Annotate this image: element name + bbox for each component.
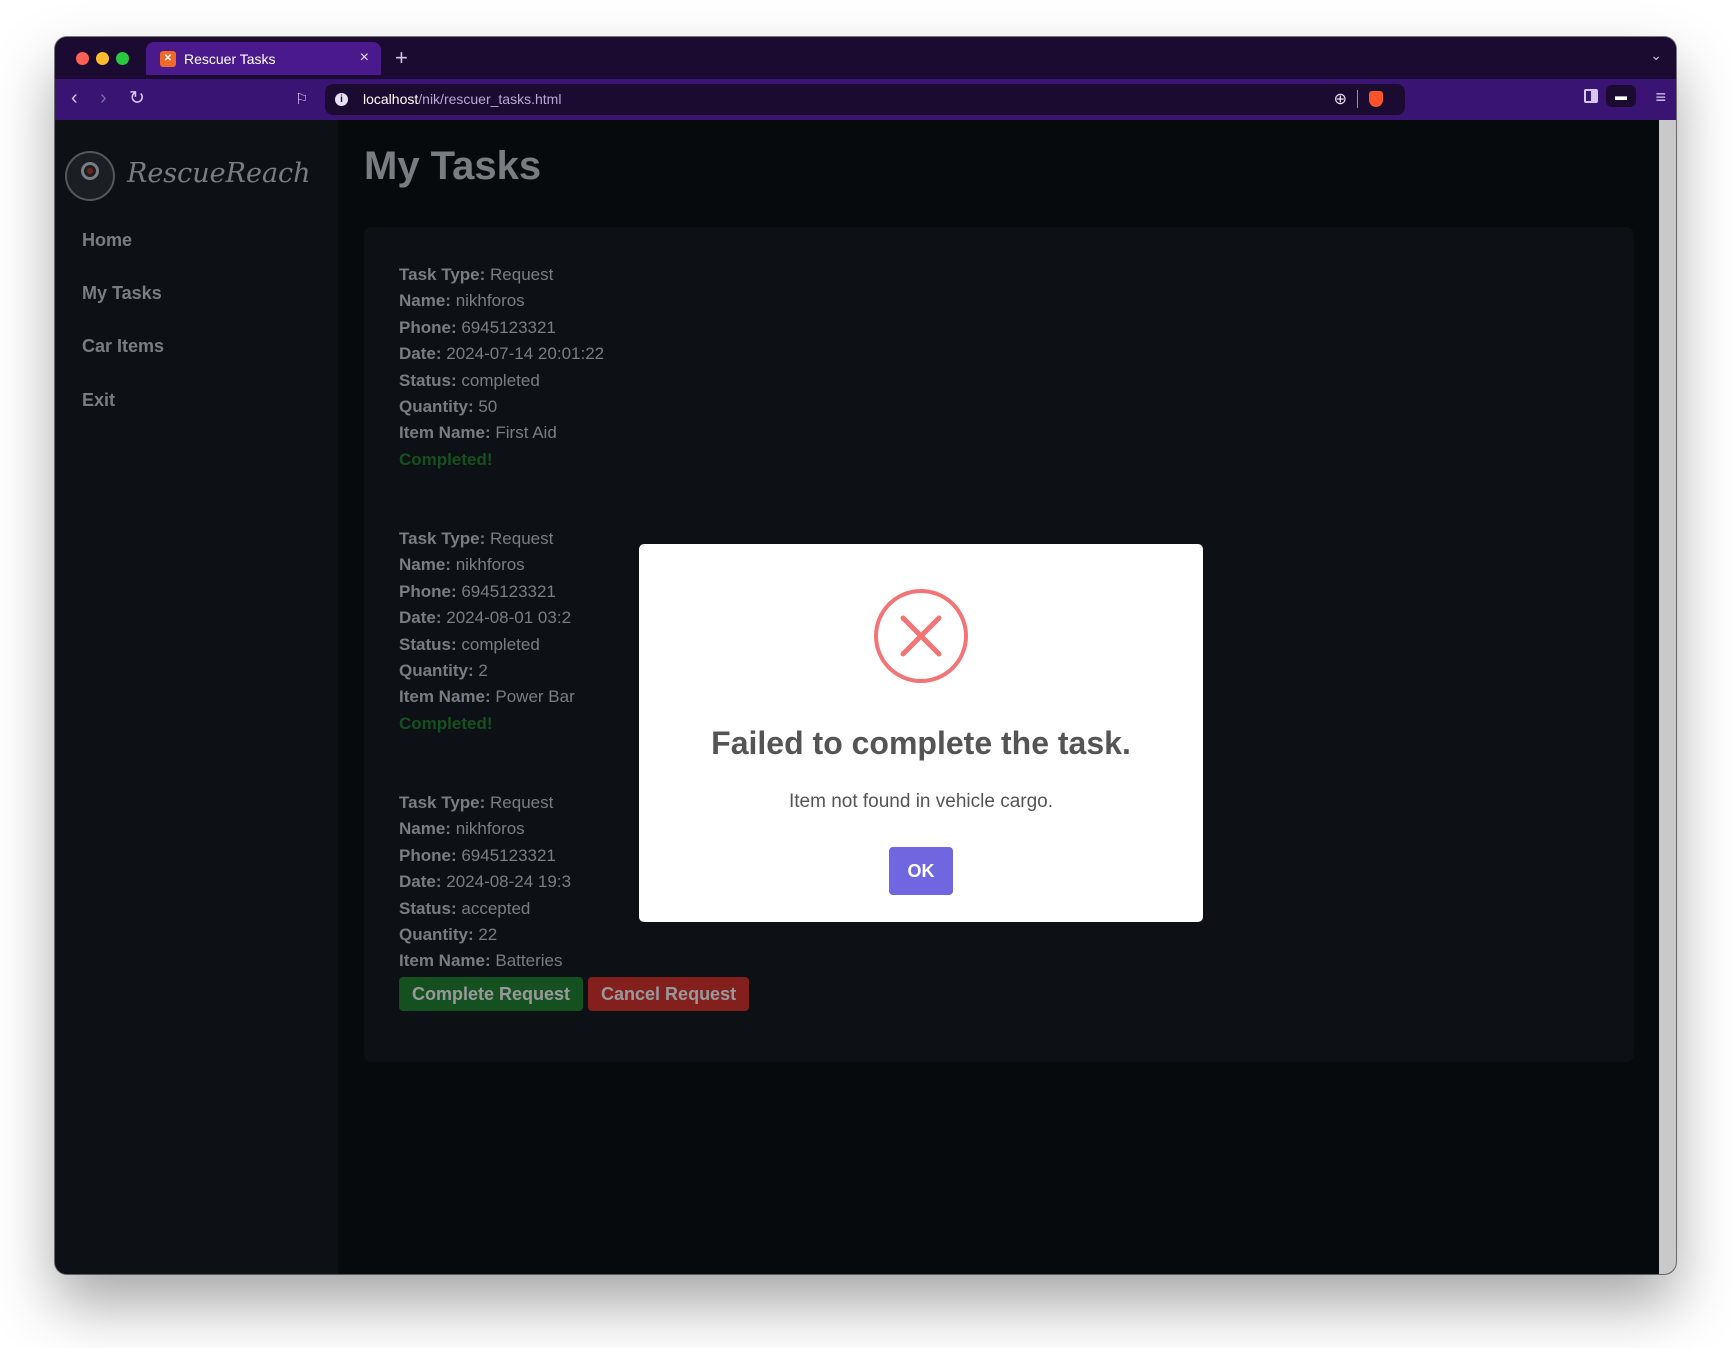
close-window-button[interactable] [76, 52, 89, 65]
tab-title: Rescuer Tasks [184, 51, 276, 67]
brave-shield-icon[interactable] [1369, 91, 1383, 107]
browser-window: ✕ Rescuer Tasks × + ⌄ ‹ › ↻ ⚐ i localhos… [55, 37, 1676, 1274]
chevron-down-icon[interactable]: ⌄ [1650, 47, 1662, 64]
new-tab-icon[interactable]: + [395, 45, 408, 71]
error-x-icon [874, 589, 968, 683]
url-text: localhost/nik/rescuer_tasks.html [363, 91, 561, 107]
address-bar[interactable]: i localhost/nik/rescuer_tasks.html ⊕ [325, 84, 1405, 115]
sidebar-toggle-icon[interactable] [1584, 89, 1598, 103]
browser-tab[interactable]: ✕ Rescuer Tasks × [146, 42, 381, 75]
menu-icon[interactable]: ≡ [1655, 87, 1666, 108]
dialog-title: Failed to complete the task. [711, 725, 1131, 761]
url-host: localhost [363, 91, 419, 107]
minimize-window-button[interactable] [96, 52, 109, 65]
tab-close-icon[interactable]: × [360, 49, 369, 67]
url-path: /nik/rescuer_tasks.html [418, 91, 562, 107]
ok-button[interactable]: OK [889, 847, 953, 895]
page-scrollbar[interactable] [1659, 120, 1676, 1274]
forward-icon[interactable]: › [100, 87, 107, 110]
bookmark-icon[interactable]: ⚐ [295, 90, 308, 108]
reload-icon[interactable]: ↻ [129, 87, 145, 110]
back-icon[interactable]: ‹ [71, 87, 78, 110]
browser-toolbar: ‹ › ↻ ⚐ i localhost/nik/rescuer_tasks.ht… [55, 79, 1676, 120]
dialog-message: Item not found in vehicle cargo. [788, 791, 1054, 812]
site-info-icon[interactable]: i [335, 93, 348, 106]
maximize-window-button[interactable] [116, 52, 129, 65]
url-divider [1357, 90, 1358, 108]
xampp-favicon-icon: ✕ [160, 51, 176, 67]
error-dialog: Failed to complete the task. Item not fo… [639, 544, 1203, 922]
wallet-icon[interactable]: ▬ [1606, 85, 1636, 107]
zoom-icon[interactable]: ⊕ [1334, 89, 1347, 109]
browser-titlebar: ✕ Rescuer Tasks × + ⌄ [55, 37, 1676, 79]
